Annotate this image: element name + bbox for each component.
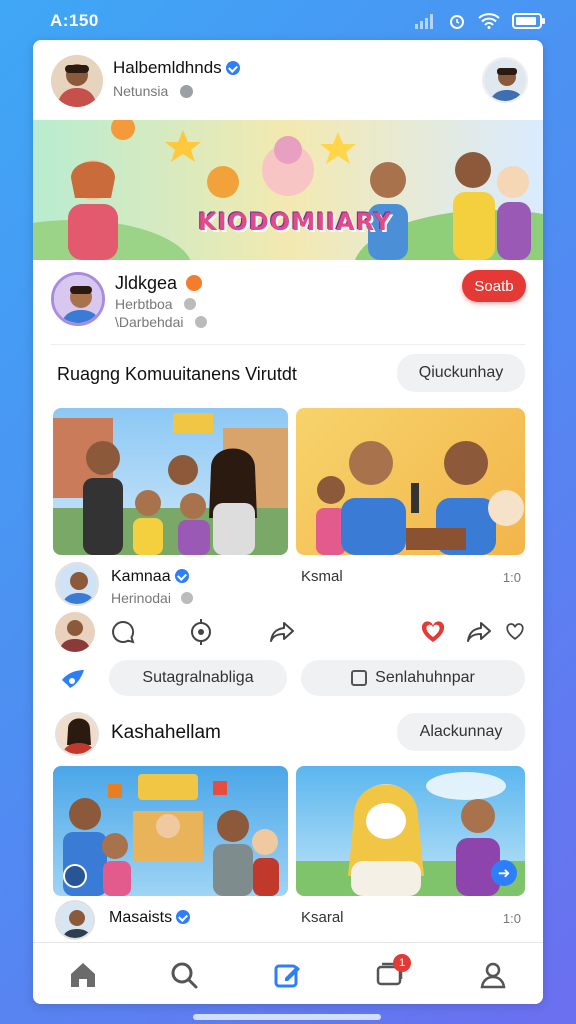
signal-icon	[415, 14, 433, 29]
community-heading: Ruagng Komuuitanens Virutdt	[57, 364, 297, 384]
header-name[interactable]: Halbemldhnds	[113, 58, 240, 78]
post1-image-left[interactable]	[53, 408, 288, 555]
play-icon[interactable]	[63, 864, 87, 888]
comment-icon[interactable]	[109, 618, 137, 646]
status-icons	[414, 12, 546, 30]
main-card: Halbemldhnds Netunsia KIODOMIIARY Jldkge…	[33, 40, 543, 1004]
banner-title: KIODOMIIARY	[198, 208, 393, 236]
banner-illustration	[33, 120, 543, 260]
next-arrow-icon[interactable]: ➜	[491, 860, 517, 886]
post1-count: 1:0	[502, 570, 521, 585]
post1-tag: Ksmal	[301, 568, 343, 585]
like-outline-icon	[351, 670, 368, 686]
notification-badge: 1	[393, 954, 411, 972]
wifi-icon	[478, 13, 500, 29]
profile-name[interactable]: Jldkgea	[115, 273, 203, 294]
share-left-button[interactable]: Sutagralnabliga	[109, 660, 287, 696]
header-subtitle: Netunsia	[113, 83, 194, 99]
like-heart-icon[interactable]	[419, 618, 447, 646]
post2-author-name[interactable]: Kashahellam	[111, 722, 221, 744]
post2-footer-tag: Ksaral	[301, 909, 344, 926]
banner[interactable]: KIODOMIIARY	[33, 120, 543, 260]
post2-image-left[interactable]	[53, 766, 288, 896]
header-avatar[interactable]	[51, 55, 103, 107]
post2-author-avatar[interactable]	[55, 712, 99, 756]
notifications-button[interactable]: 1	[373, 954, 411, 992]
post2-footer-avatar[interactable]	[55, 900, 95, 940]
share-right-button[interactable]: Senlahuhnpar	[301, 660, 525, 696]
post2-footer-author[interactable]: Masaists	[109, 909, 191, 927]
post1-author-sub: Herinodai	[111, 590, 193, 606]
reaction-icon[interactable]	[187, 618, 215, 646]
globe-icon	[180, 592, 193, 604]
divider	[51, 344, 525, 345]
create-post-icon[interactable]	[271, 958, 305, 992]
bookmark-heart-icon[interactable]	[503, 620, 527, 644]
clock-icon	[180, 85, 194, 98]
post1-commenter-avatar[interactable]	[55, 612, 95, 652]
post2-footer-count: 1:0	[502, 911, 521, 926]
post2-action-button[interactable]: Alackunnay	[397, 713, 525, 751]
alarm-icon	[450, 15, 464, 29]
status-bar: A:150	[0, 0, 576, 40]
status-time: A:150	[50, 11, 99, 30]
home-icon[interactable]	[66, 958, 100, 992]
profile-icon[interactable]	[476, 958, 510, 992]
verified-icon	[174, 569, 189, 583]
profile-avatar[interactable]	[51, 272, 105, 326]
post1-author-avatar[interactable]	[55, 562, 99, 606]
profile-line2: \Darbehdai	[115, 314, 208, 330]
verified-icon	[176, 910, 191, 924]
post1-author-name[interactable]: Kamnaa	[111, 568, 189, 586]
follow-button[interactable]: Soatb	[462, 270, 526, 302]
verified-icon	[225, 61, 240, 75]
home-indicator	[193, 1014, 381, 1020]
header-profile-avatar[interactable]	[482, 57, 528, 103]
search-icon[interactable]	[167, 958, 201, 992]
link-icon	[195, 316, 208, 328]
quick-search-button[interactable]: Qiuckunhay	[397, 354, 525, 392]
forward-icon[interactable]	[465, 618, 493, 646]
heart-badge-icon	[186, 275, 203, 291]
post1-image-right[interactable]	[296, 408, 525, 555]
battery-icon	[512, 13, 545, 29]
bottom-nav: 1	[33, 942, 543, 1004]
profile-line1: Herbtboa	[115, 296, 197, 312]
info-icon	[184, 298, 197, 310]
post2-image-right[interactable]: ➜	[296, 766, 525, 896]
share-icon[interactable]	[268, 618, 296, 646]
send-icon[interactable]	[59, 666, 87, 694]
